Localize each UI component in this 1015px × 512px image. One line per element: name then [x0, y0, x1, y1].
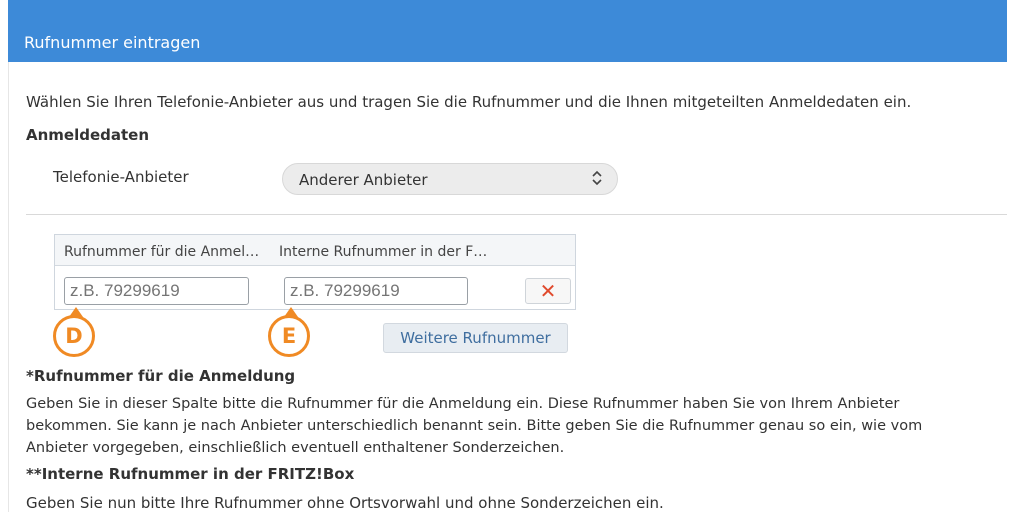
internal-number-input[interactable]: [284, 277, 468, 305]
dialog-title: Rufnummer eintragen: [24, 33, 201, 52]
divider: [26, 214, 1007, 215]
provider-label: Telefonie-Anbieter: [53, 168, 189, 186]
registration-number-input[interactable]: [64, 277, 249, 305]
note1-heading: *Rufnummer für die Anmeldung: [26, 367, 296, 385]
close-icon: ✕: [539, 279, 557, 303]
chevron-updown-icon: [591, 169, 603, 191]
intro-text: Wählen Sie Ihren Telefonie-Anbieter aus …: [26, 93, 912, 111]
marker-e: E: [268, 315, 310, 357]
table-header: Rufnummer für die Anmel… Interne Rufnumm…: [55, 235, 575, 266]
section-heading: Anmeldedaten: [26, 126, 150, 144]
numbers-table: Rufnummer für die Anmel… Interne Rufnumm…: [54, 234, 576, 310]
note1-text: Geben Sie in dieser Spalte bitte die Ruf…: [26, 393, 966, 459]
provider-select-value: Anderer Anbieter: [299, 171, 428, 189]
note1-line-3: Anbieter vorgegeben, einschließlich even…: [26, 440, 565, 456]
column-header-registration-number: Rufnummer für die Anmel…: [64, 244, 260, 260]
note1-line-1: Geben Sie in dieser Spalte bitte die Ruf…: [26, 396, 900, 412]
add-number-button[interactable]: Weitere Rufnummer: [383, 323, 568, 353]
note2-heading: **Interne Rufnummer in der FRITZ!Box: [26, 465, 355, 483]
column-header-internal-number: Interne Rufnummer in der F…: [279, 244, 488, 260]
note2-text: Geben Sie nun bitte Ihre Rufnummer ohne …: [26, 494, 664, 512]
dialog: Rufnummer eintragen Wählen Sie Ihren Tel…: [8, 0, 1007, 512]
marker-d: D: [53, 315, 95, 357]
left-border: [8, 62, 9, 512]
note1-line-2: bekommen. Sie kann je nach Anbieter unte…: [26, 418, 923, 434]
delete-row-button[interactable]: ✕: [525, 278, 571, 304]
provider-select[interactable]: Anderer Anbieter: [282, 163, 618, 195]
dialog-header: Rufnummer eintragen: [8, 0, 1007, 62]
